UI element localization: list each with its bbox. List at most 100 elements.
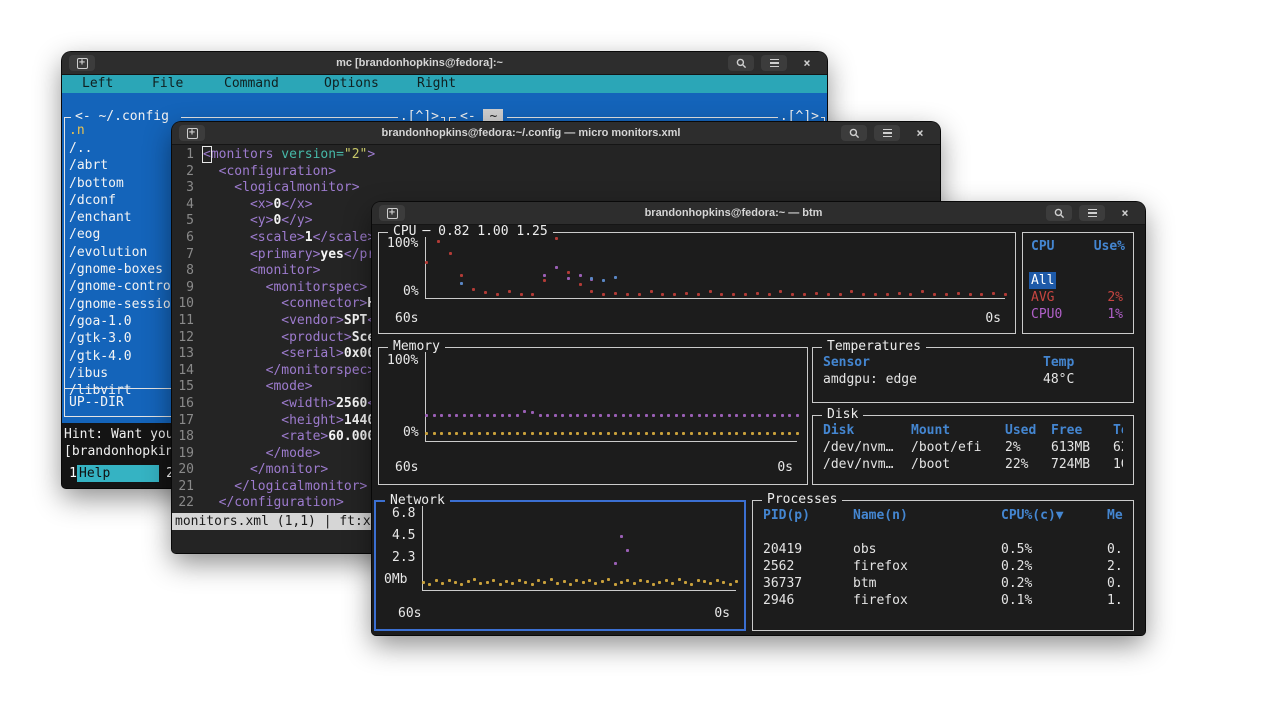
column-header[interactable]: Mem%(m) <box>1107 507 1123 524</box>
new-tab-icon[interactable]: + <box>379 205 405 221</box>
close-icon[interactable]: × <box>1112 205 1138 221</box>
yellow-data-dot <box>720 432 723 435</box>
yellow-data-dot <box>620 581 623 584</box>
table-row[interactable]: amdgpu: edge48°C <box>823 371 1123 388</box>
code-line: 2 <configuration> <box>172 164 940 181</box>
cpu-legend-col-use: Use% <box>1094 238 1125 255</box>
yellow-data-dot <box>582 581 585 584</box>
network-graph <box>422 506 736 591</box>
btm-titlebar[interactable]: + brandonhopkins@fedora:~ — btm × <box>372 202 1145 225</box>
search-icon[interactable] <box>1046 205 1072 221</box>
purple-data-dot <box>539 414 542 417</box>
column-header[interactable]: Used <box>1005 422 1051 439</box>
cpu-graph-panel[interactable]: CPU0.82 1.00 1.25 100% 0% 60s 0s <box>378 232 1016 334</box>
purple-data-dot <box>660 414 663 417</box>
mc-titlebar[interactable]: + mc [brandonhopkins@fedora]:~ × <box>62 52 827 75</box>
menu-options[interactable]: Options <box>324 75 379 93</box>
table-row[interactable]: /dev/nvm…/boot/efi2%613MB628MB <box>823 439 1123 456</box>
table-row[interactable]: /dev/nvm…/boot22%724MB1GB <box>823 456 1123 473</box>
cpu-legend-row[interactable]: All <box>1023 272 1133 289</box>
menu-command[interactable]: Command <box>224 75 279 93</box>
cpu-legend-row[interactable]: AVG2% <box>1023 289 1133 306</box>
red-data-dot <box>543 279 546 282</box>
column-header[interactable]: Temp <box>1043 354 1123 371</box>
yellow-data-dot <box>671 582 674 585</box>
red-data-dot <box>969 293 972 296</box>
cpu-legend-panel[interactable]: CPU Use% AllAVG2%CPU01% <box>1022 232 1134 334</box>
fkey-help[interactable]: 1Help <box>62 465 159 482</box>
menu-icon[interactable] <box>1079 205 1105 221</box>
yellow-data-dot <box>796 432 799 435</box>
yellow-data-dot <box>728 432 731 435</box>
purple-data-dot <box>531 411 534 414</box>
purple-data-dot <box>758 414 761 417</box>
menu-right[interactable]: Right <box>417 75 456 93</box>
purple-data-dot <box>645 414 648 417</box>
column-header[interactable]: Total <box>1113 422 1123 439</box>
column-header[interactable]: CPU%(c)▼ <box>1001 507 1107 524</box>
purple-data-dot <box>622 414 625 417</box>
btm-window[interactable]: + brandonhopkins@fedora:~ — btm × CPU0.8… <box>372 202 1145 635</box>
table-row[interactable]: 2946firefox0.1%1.2% <box>763 592 1123 609</box>
mc-menubar: Left File Command Options Right <box>62 75 827 93</box>
table-row[interactable]: 36737btm0.2%0.0% <box>763 575 1123 592</box>
mc-left-panel-path[interactable]: <- ~/.config <box>71 108 181 125</box>
yellow-data-dot <box>690 432 693 435</box>
processes-panel[interactable]: Processes PID(p)Name(n)CPU%(c)▼Mem%(m) 2… <box>752 500 1134 631</box>
yellow-data-dot <box>486 581 489 584</box>
cpu-y-max-label: 100% <box>387 235 418 252</box>
table-row[interactable]: 20419obs0.5%0.9% <box>763 541 1123 558</box>
purple-data-dot <box>516 414 519 417</box>
yellow-data-dot <box>433 432 436 435</box>
purple-data-dot <box>554 414 557 417</box>
menu-icon[interactable] <box>874 125 900 141</box>
processes-panel-title: Processes <box>762 491 842 508</box>
disk-panel[interactable]: Disk DiskMountUsedFreeTotal /dev/nvm…/bo… <box>812 415 1134 485</box>
red-data-dot <box>650 290 653 293</box>
column-header[interactable]: PID(p) <box>763 507 853 524</box>
yellow-data-dot <box>561 432 564 435</box>
search-icon[interactable] <box>841 125 867 141</box>
yellow-data-dot <box>505 580 508 583</box>
menu-file[interactable]: File <box>152 75 183 93</box>
temperatures-panel[interactable]: Temperatures SensorTemp amdgpu: edge48°C <box>812 347 1134 403</box>
red-data-dot <box>980 293 983 296</box>
new-tab-icon[interactable]: + <box>69 55 95 71</box>
column-header[interactable]: Sensor <box>823 354 1043 371</box>
column-header[interactable]: Mount <box>911 422 1005 439</box>
close-icon[interactable]: × <box>907 125 933 141</box>
red-data-dot <box>484 291 487 294</box>
red-data-dot <box>449 252 452 255</box>
red-data-dot <box>460 274 463 277</box>
red-data-dot <box>626 293 629 296</box>
cpu-legend-rows: AllAVG2%CPU01% <box>1023 272 1133 323</box>
red-data-dot <box>1004 293 1007 296</box>
close-icon[interactable]: × <box>794 55 820 71</box>
yellow-data-dot <box>479 582 482 585</box>
code-line: 3 <logicalmonitor> <box>172 180 940 197</box>
table-row[interactable]: 2562firefox0.2%2.2% <box>763 558 1123 575</box>
memory-graph-panel[interactable]: Memory 100% 0% 60s 0s <box>378 347 808 485</box>
network-y-label-3: 0Mb <box>384 571 407 588</box>
yellow-data-dot <box>499 583 502 586</box>
yellow-data-dot <box>633 582 636 585</box>
column-header[interactable]: Disk <box>823 422 911 439</box>
column-header[interactable]: Name(n) <box>853 507 1001 524</box>
network-graph-panel[interactable]: Network 6.8 4.5 2.3 0Mb 60s 0s <box>374 500 746 631</box>
menu-icon[interactable] <box>761 55 787 71</box>
yellow-data-dot <box>554 432 557 435</box>
menu-left[interactable]: Left <box>82 75 113 93</box>
mc-shell-prompt[interactable]: [brandonhopkin <box>64 443 174 460</box>
red-data-dot <box>638 293 641 296</box>
new-tab-icon[interactable]: + <box>179 125 205 141</box>
search-icon[interactable] <box>728 55 754 71</box>
yellow-data-dot <box>735 580 738 583</box>
yellow-data-dot <box>675 432 678 435</box>
column-header[interactable]: Free <box>1051 422 1113 439</box>
micro-titlebar[interactable]: + brandonhopkins@fedora:~/.config — micr… <box>172 122 940 145</box>
cpu-legend-row[interactable]: CPU01% <box>1023 306 1133 323</box>
cpu-graph <box>425 237 1005 299</box>
micro-window-title: brandonhopkins@fedora:~/.config — micro … <box>232 127 830 139</box>
yellow-data-dot <box>751 432 754 435</box>
red-data-dot <box>685 292 688 295</box>
